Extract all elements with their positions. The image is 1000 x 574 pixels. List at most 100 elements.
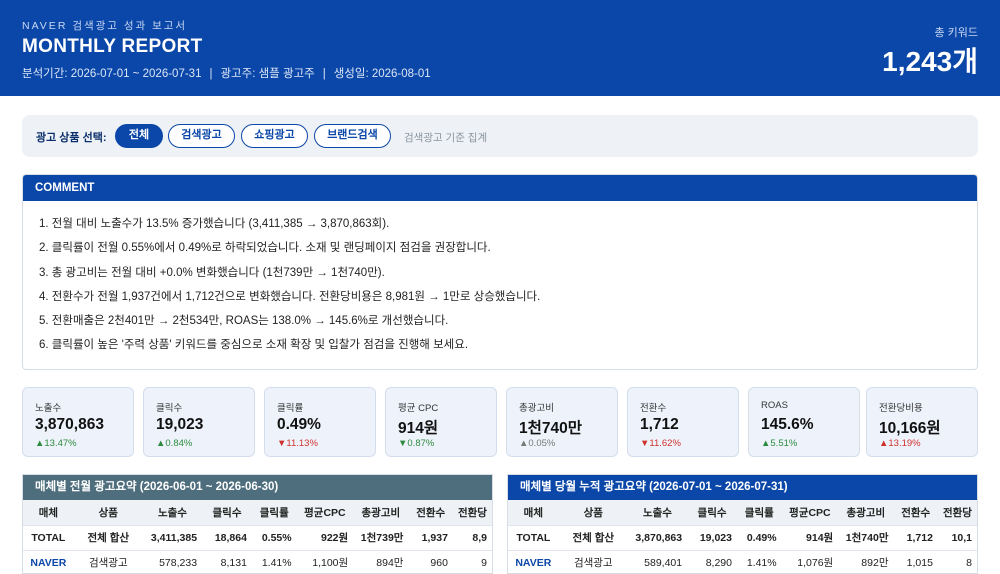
- total-keyword-label: 총 키워드: [934, 27, 978, 39]
- table-cell: 589,401: [627, 550, 688, 573]
- kpi-value: 10,166원: [879, 420, 941, 437]
- table-cell: 1.41%: [736, 550, 782, 573]
- table-cell: 3,870,863: [627, 525, 688, 551]
- table-cell: 1,937: [408, 525, 453, 551]
- table-cell: 전체 합산: [558, 525, 628, 551]
- kpi-delta: ▲0.84%: [156, 438, 193, 449]
- column-header: 전환당: [452, 500, 492, 526]
- kpi-delta: ▼0.87%: [398, 438, 435, 449]
- table-cell: 894만: [353, 550, 409, 573]
- table-cell: 8,131: [202, 550, 252, 573]
- table-cell: 1.41%: [251, 550, 297, 573]
- kpi-value: 145.6%: [761, 416, 814, 433]
- table-cell: 1,015: [893, 550, 938, 573]
- column-header: 상품: [73, 500, 143, 526]
- kpi-delta: ▲13.47%: [35, 438, 77, 449]
- table-cell: 960: [408, 550, 453, 573]
- table-cell-media: NAVER: [23, 550, 74, 573]
- table-cell: 922원: [296, 525, 354, 551]
- filter-option-shopping-ads[interactable]: 쇼핑광고: [241, 124, 308, 148]
- table-cell: 9: [452, 550, 492, 573]
- column-header: 상품: [558, 500, 628, 526]
- column-header: 노출수: [627, 500, 688, 526]
- prev-month-summary-panel: 매체별 전월 광고요약 (2026-06-01 ~ 2026-06-30) 매체…: [22, 474, 493, 574]
- kpi-label: 전환수: [640, 403, 667, 414]
- table-row: NAVER 검색광고 578,233 8,131 1.41% 1,100원 89…: [23, 550, 492, 573]
- kpi-delta: ▲0.05%: [519, 438, 556, 449]
- table-cell: 8,9: [452, 525, 492, 551]
- kpi-value: 1천740만: [519, 420, 583, 437]
- kpi-delta: ▲5.51%: [761, 438, 798, 449]
- table-cell: 914원: [781, 525, 839, 551]
- table-cell: 578,233: [142, 550, 203, 573]
- kpi-label: 평균 CPC: [398, 403, 439, 414]
- prev-month-summary-title: 매체별 전월 광고요약 (2026-06-01 ~ 2026-06-30): [23, 475, 492, 500]
- column-header: 평균CPC: [781, 500, 839, 526]
- filter-option-brand-search[interactable]: 브랜드검색: [314, 124, 391, 148]
- filter-label: 광고 상품 선택:: [36, 132, 107, 144]
- ad-product-filter: 광고 상품 선택: 전체 검색광고 쇼핑광고 브랜드검색 검색광고 기준 집계: [22, 115, 978, 157]
- report-meta: 분석기간: 2026-07-01 ~ 2026-07-31 | 광고주: 샘플 광고…: [22, 65, 431, 81]
- analysis-period: 분석기간: 2026-07-01 ~ 2026-07-31: [22, 68, 202, 80]
- kpi-card-roas: ROAS 145.6% ▲5.51%: [748, 387, 860, 457]
- current-month-summary-table: 매체 상품 노출수 클릭수 클릭률 평균CPC 총광고비 전환수 전환당 TOT…: [508, 500, 977, 573]
- filter-option-search-ads[interactable]: 검색광고: [168, 124, 235, 148]
- kpi-delta: ▲13.19%: [879, 438, 921, 449]
- column-header: 총광고비: [838, 500, 894, 526]
- table-header-row: 매체 상품 노출수 클릭수 클릭률 평균CPC 총광고비 전환수 전환당: [508, 500, 977, 526]
- table-cell: 1,076원: [781, 550, 839, 573]
- column-header: 노출수: [142, 500, 203, 526]
- comment-item: 5. 전환매출은 2천401만 → 2천534만, ROAS는 138.0% →…: [39, 315, 449, 328]
- page-title: MONTHLY REPORT: [22, 36, 203, 57]
- filter-option-all[interactable]: 전체: [115, 124, 163, 148]
- kpi-card-cost-per-conversion: 전환당비용 10,166원 ▲13.19%: [866, 387, 978, 457]
- generated-date: 생성일: 2026-08-01: [333, 68, 431, 80]
- kpi-cards: 노출수 3,870,863 ▲13.47% 클릭수 19,023 ▲0.84% …: [22, 387, 978, 457]
- kpi-value: 3,870,863: [35, 416, 104, 433]
- kpi-value: 1,712: [640, 416, 679, 433]
- report-brand: NAVER 검색광고 성과 보고서: [22, 20, 188, 32]
- column-header: 전환당: [937, 500, 977, 526]
- table-row: NAVER 검색광고 589,401 8,290 1.41% 1,076원 89…: [508, 550, 977, 573]
- table-cell: 3,411,385: [142, 525, 203, 551]
- comment-title: COMMENT: [23, 175, 977, 201]
- table-header-row: 매체 상품 노출수 클릭수 클릭률 평균CPC 총광고비 전환수 전환당: [23, 500, 492, 526]
- table-cell: 0.49%: [736, 525, 782, 551]
- kpi-delta: ▼11.13%: [277, 438, 318, 449]
- table-row-total: TOTAL 전체 합산 3,411,385 18,864 0.55% 922원 …: [23, 525, 492, 551]
- comment-item: 4. 전환수가 전월 1,937건에서 1,712건으로 변화했습니다. 전환당…: [39, 290, 541, 303]
- kpi-card-conversions: 전환수 1,712 ▼11.62%: [627, 387, 739, 457]
- table-cell: 892만: [838, 550, 894, 573]
- column-header: 클릭수: [687, 500, 737, 526]
- table-cell: 0.55%: [251, 525, 297, 551]
- kpi-card-total-cost: 총광고비 1천740만 ▲0.05%: [506, 387, 618, 457]
- meta-separator: |: [209, 68, 213, 80]
- comment-item: 6. 클릭률이 높은 '주력 상품' 키워드를 중심으로 소재 확장 및 입찰가…: [39, 339, 469, 352]
- prev-month-summary-table: 매체 상품 노출수 클릭수 클릭률 평균CPC 총광고비 전환수 전환당 TOT…: [23, 500, 492, 573]
- kpi-card-cpc: 평균 CPC 914원 ▼0.87%: [385, 387, 497, 457]
- kpi-label: ROAS: [761, 400, 788, 411]
- column-header: 전환수: [893, 500, 938, 526]
- current-month-summary-title: 매체별 당월 누적 광고요약 (2026-07-01 ~ 2026-07-31): [508, 475, 977, 500]
- comment-item: 1. 전월 대비 노출수가 13.5% 증가했습니다 (3,411,385 → …: [39, 218, 390, 230]
- kpi-label: 총광고비: [519, 403, 554, 414]
- table-cell: 1,712: [893, 525, 938, 551]
- table-cell: 18,864: [202, 525, 252, 551]
- kpi-label: 노출수: [35, 403, 62, 414]
- table-cell: 19,023: [687, 525, 737, 551]
- table-cell: TOTAL: [23, 525, 74, 551]
- table-row-total: TOTAL 전체 합산 3,870,863 19,023 0.49% 914원 …: [508, 525, 977, 551]
- column-header: 전환수: [408, 500, 453, 526]
- kpi-label: 클릭률: [277, 403, 304, 414]
- kpi-card-ctr: 클릭률 0.49% ▼11.13%: [264, 387, 376, 457]
- table-cell: 1천740만: [838, 525, 894, 551]
- column-header: 평균CPC: [296, 500, 354, 526]
- total-keyword-value: 1,243개: [882, 46, 978, 77]
- kpi-card-impressions: 노출수 3,870,863 ▲13.47%: [22, 387, 134, 457]
- column-header: 클릭률: [736, 500, 782, 526]
- comment-panel: COMMENT 1. 전월 대비 노출수가 13.5% 증가했습니다 (3,41…: [22, 174, 978, 370]
- current-month-summary-panel: 매체별 당월 누적 광고요약 (2026-07-01 ~ 2026-07-31)…: [507, 474, 978, 574]
- table-cell: 10,1: [937, 525, 977, 551]
- kpi-label: 클릭수: [156, 403, 183, 414]
- table-cell-media: NAVER: [508, 550, 559, 573]
